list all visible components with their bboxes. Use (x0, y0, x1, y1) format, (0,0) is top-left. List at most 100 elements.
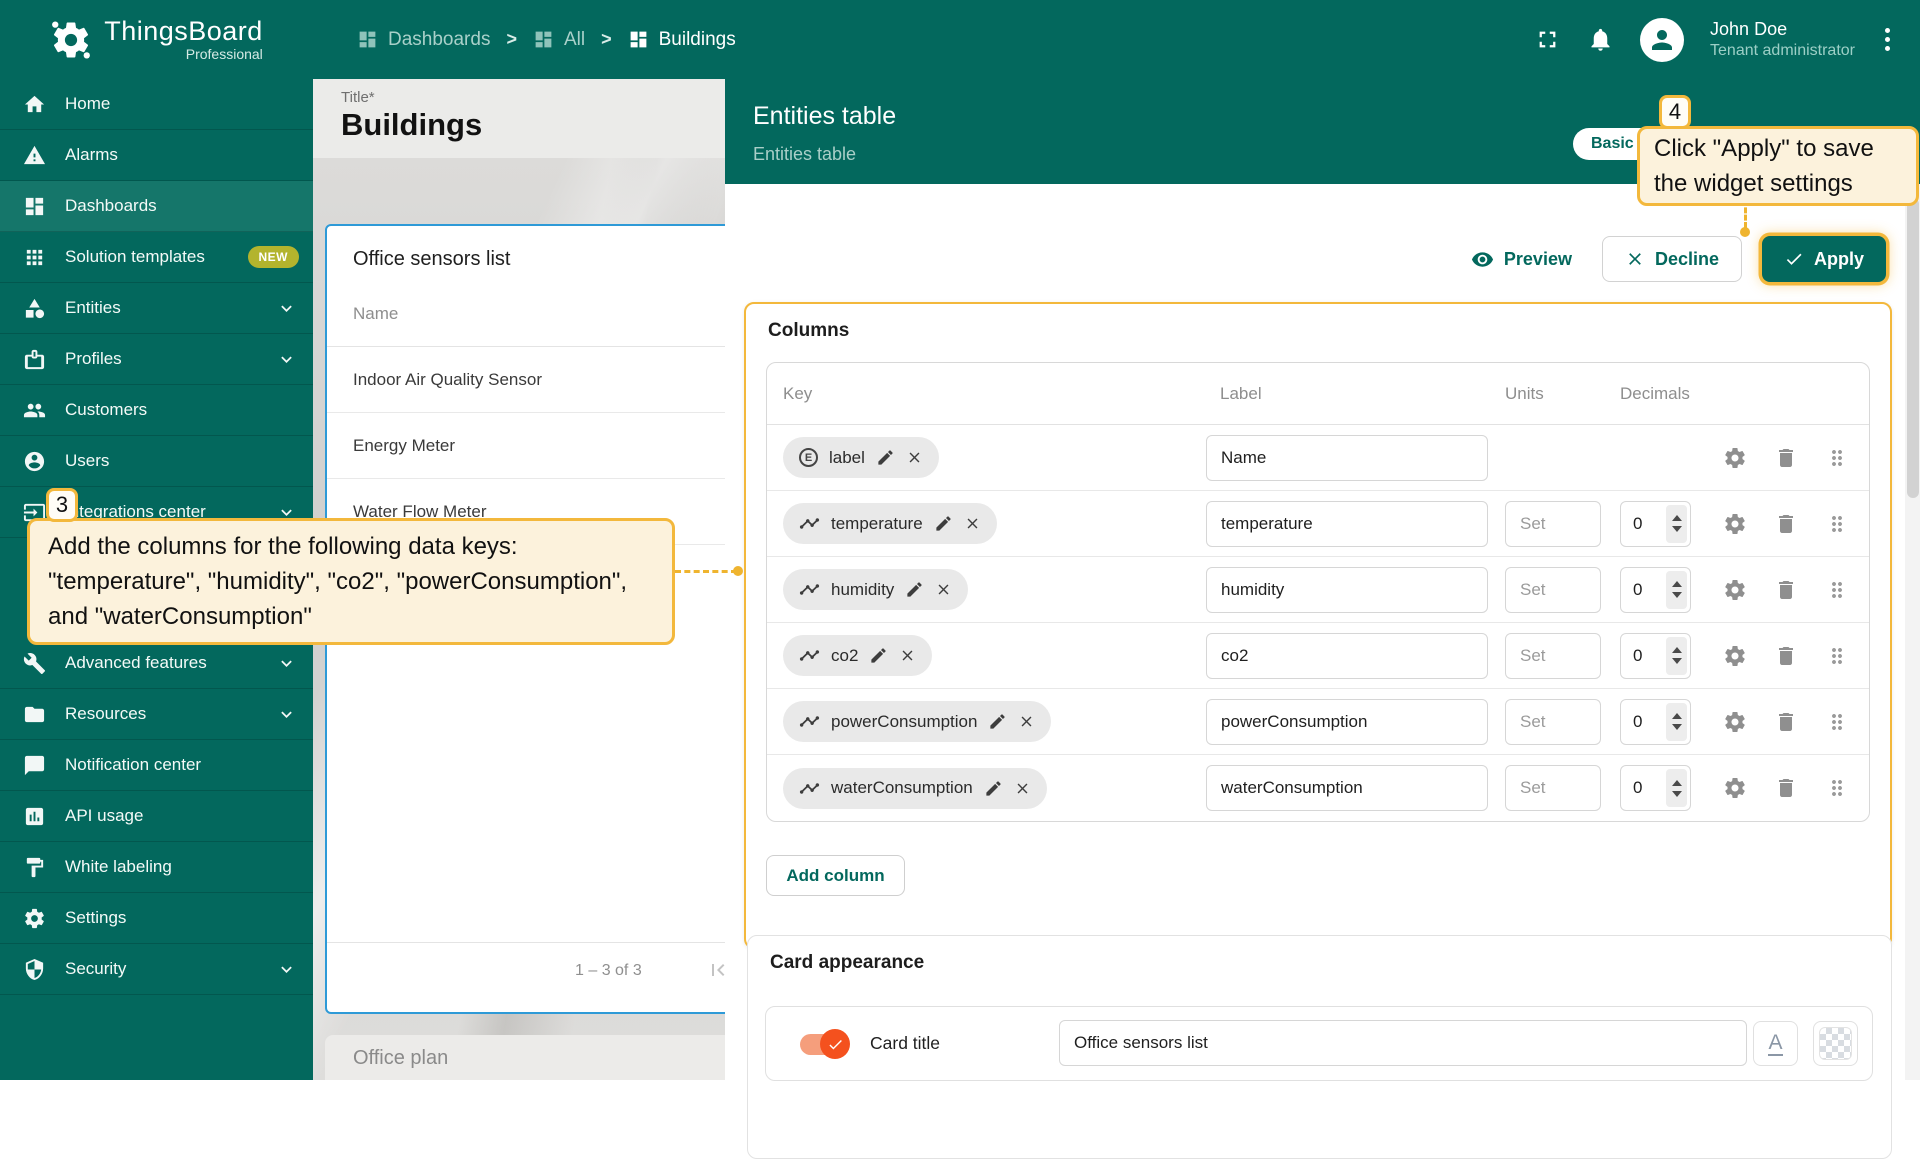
drag-handle-icon[interactable] (1825, 776, 1849, 800)
sidebar-item-entities[interactable]: Entities (0, 283, 313, 334)
sidebar-item-users[interactable]: Users (0, 436, 313, 487)
drag-handle-icon[interactable] (1825, 446, 1849, 470)
increment-arrow[interactable] (1672, 647, 1682, 653)
remove-key-icon[interactable] (899, 647, 916, 664)
sidebar-item-resources[interactable]: Resources (0, 689, 313, 740)
increment-arrow[interactable] (1672, 780, 1682, 786)
drag-handle-icon[interactable] (1825, 512, 1849, 536)
decimals-stepper[interactable]: 0 (1620, 567, 1691, 613)
column-label-input[interactable] (1206, 765, 1488, 811)
sidebar-item-solution-templates[interactable]: Solution templates NEW (0, 232, 313, 283)
background-color-button[interactable] (1813, 1021, 1858, 1066)
sidebar-item-alarms[interactable]: Alarms (0, 130, 313, 181)
decrement-arrow[interactable] (1672, 791, 1682, 797)
column-settings-gear-icon[interactable] (1723, 710, 1747, 734)
fullscreen-button[interactable] (1534, 26, 1561, 53)
decimals-stepper[interactable]: 0 (1620, 501, 1691, 547)
first-page-button[interactable] (706, 958, 725, 982)
decrement-arrow[interactable] (1672, 526, 1682, 532)
thingsboard-logo[interactable]: ThingsBoard Professional (0, 17, 313, 62)
sidebar-item-security[interactable]: Security (0, 944, 313, 995)
breadcrumb-dashboards[interactable]: Dashboards (357, 29, 490, 51)
office-plan-widget-card[interactable]: Office plan (325, 1035, 725, 1080)
units-input[interactable] (1505, 633, 1601, 679)
sidebar-item-settings[interactable]: Settings (0, 893, 313, 944)
decimals-stepper[interactable]: 0 (1620, 633, 1691, 679)
sidebar-item-customers[interactable]: Customers (0, 385, 313, 436)
sidebar-item-notification-center[interactable]: Notification center (0, 740, 313, 791)
remove-key-icon[interactable] (1014, 780, 1031, 797)
delete-column-icon[interactable] (1774, 710, 1798, 734)
increment-arrow[interactable] (1672, 515, 1682, 521)
increment-arrow[interactable] (1672, 713, 1682, 719)
drag-handle-icon[interactable] (1825, 644, 1849, 668)
sidebar-item-api-usage[interactable]: API usage (0, 791, 313, 842)
decline-button[interactable]: Decline (1602, 236, 1742, 282)
column-label-input[interactable] (1206, 435, 1488, 481)
delete-column-icon[interactable] (1774, 776, 1798, 800)
column-settings-gear-icon[interactable] (1723, 644, 1747, 668)
column-label-input[interactable] (1206, 567, 1488, 613)
avatar[interactable] (1640, 18, 1684, 62)
units-input[interactable] (1505, 501, 1601, 547)
data-key-chip[interactable]: powerConsumption (783, 701, 1051, 742)
notifications-button[interactable] (1587, 26, 1614, 53)
column-settings-gear-icon[interactable] (1723, 578, 1747, 602)
data-key-chip[interactable]: temperature (783, 503, 997, 544)
add-column-button[interactable]: Add column (766, 855, 905, 896)
card-title-input[interactable] (1059, 1020, 1747, 1066)
edit-pencil-icon[interactable] (869, 646, 888, 665)
preview-button[interactable]: Preview (1461, 236, 1582, 282)
edit-pencil-icon[interactable] (988, 712, 1007, 731)
card-title-toggle[interactable] (800, 1034, 846, 1055)
units-input[interactable] (1505, 699, 1601, 745)
sidebar-item-advanced-features[interactable]: Advanced features (0, 638, 313, 689)
column-settings-gear-icon[interactable] (1723, 446, 1747, 470)
delete-column-icon[interactable] (1774, 644, 1798, 668)
edit-pencil-icon[interactable] (934, 514, 953, 533)
breadcrumb-all[interactable]: All (533, 29, 585, 51)
user-menu-button[interactable] (1881, 24, 1894, 55)
scrollbar-track[interactable] (1905, 184, 1920, 1080)
breadcrumb-buildings[interactable]: Buildings (628, 29, 736, 51)
font-style-button[interactable]: A (1753, 1021, 1798, 1066)
sidebar-item-profiles[interactable]: Profiles (0, 334, 313, 385)
edit-pencil-icon[interactable] (984, 779, 1003, 798)
remove-key-icon[interactable] (906, 449, 923, 466)
remove-key-icon[interactable] (964, 515, 981, 532)
delete-column-icon[interactable] (1774, 512, 1798, 536)
units-input[interactable] (1505, 765, 1601, 811)
sidebar-item-white-labeling[interactable]: White labeling (0, 842, 313, 893)
decrement-arrow[interactable] (1672, 592, 1682, 598)
decrement-arrow[interactable] (1672, 658, 1682, 664)
decimals-stepper[interactable]: 0 (1620, 699, 1691, 745)
sidebar-item-home[interactable]: Home (0, 79, 313, 130)
data-key-chip[interactable]: humidity (783, 569, 968, 610)
apply-button[interactable]: Apply (1762, 236, 1886, 282)
units-input[interactable] (1505, 567, 1601, 613)
edit-pencil-icon[interactable] (876, 448, 895, 467)
remove-key-icon[interactable] (935, 581, 952, 598)
data-key-chip[interactable]: waterConsumption (783, 768, 1047, 809)
column-label-input[interactable] (1206, 699, 1488, 745)
fullscreen-icon (1534, 26, 1561, 53)
column-settings-gear-icon[interactable] (1723, 512, 1747, 536)
drag-handle-icon[interactable] (1825, 710, 1849, 734)
column-label-input[interactable] (1206, 633, 1488, 679)
column-label-input[interactable] (1206, 501, 1488, 547)
dashboard-title-field[interactable]: Title* Buildings (313, 79, 725, 158)
sidebar-item-dashboards[interactable]: Dashboards (0, 181, 313, 232)
delete-column-icon[interactable] (1774, 578, 1798, 602)
decrement-arrow[interactable] (1672, 724, 1682, 730)
column-settings-gear-icon[interactable] (1723, 776, 1747, 800)
edit-pencil-icon[interactable] (905, 580, 924, 599)
increment-arrow[interactable] (1672, 581, 1682, 587)
sidebar-item-label: Profiles (65, 349, 122, 369)
delete-column-icon[interactable] (1774, 446, 1798, 470)
remove-key-icon[interactable] (1018, 713, 1035, 730)
drag-handle-icon[interactable] (1825, 578, 1849, 602)
scrollbar-thumb[interactable] (1907, 198, 1919, 498)
data-key-chip[interactable]: co2 (783, 635, 932, 676)
decimals-stepper[interactable]: 0 (1620, 765, 1691, 811)
data-key-chip[interactable]: E label (783, 437, 939, 478)
